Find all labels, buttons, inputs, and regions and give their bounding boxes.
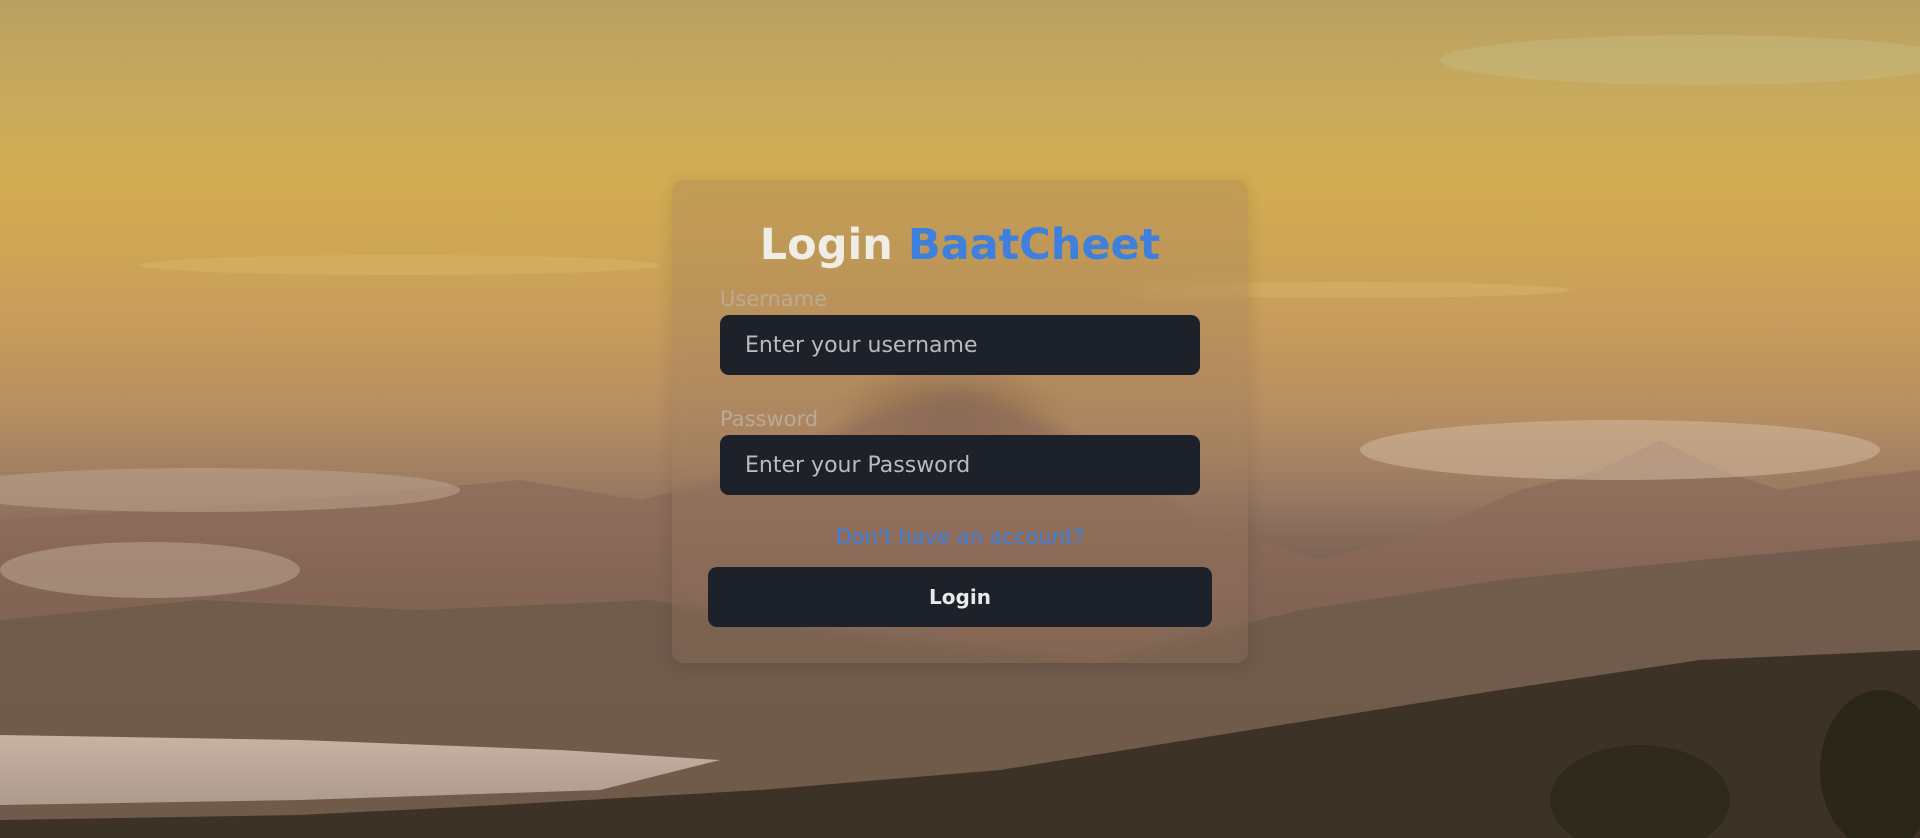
username-label: Username <box>720 287 828 311</box>
password-input[interactable] <box>720 435 1200 495</box>
login-page: Login BaatCheet Username Password Don't … <box>0 0 1920 838</box>
signup-link[interactable]: Don't have an account? <box>672 523 1248 551</box>
login-button[interactable]: Login <box>708 567 1212 627</box>
username-input[interactable] <box>720 315 1200 375</box>
login-card: Login BaatCheet Username Password Don't … <box>672 180 1248 663</box>
brand-name: BaatCheet <box>907 220 1161 270</box>
title-prefix: Login <box>759 220 893 270</box>
password-label: Password <box>720 407 819 431</box>
page-title: Login BaatCheet <box>672 216 1248 274</box>
